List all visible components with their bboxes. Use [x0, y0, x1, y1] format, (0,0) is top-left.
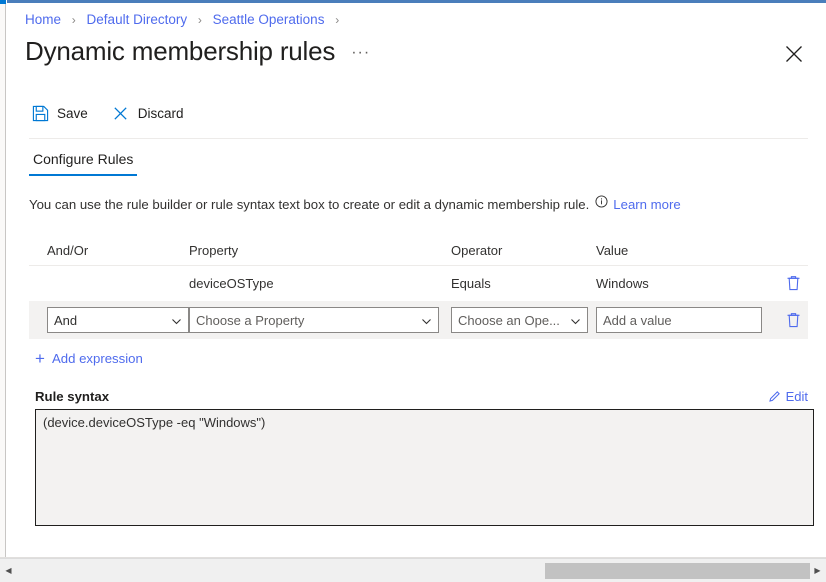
more-options-button[interactable]: ··· [351, 45, 370, 61]
row-operator-value: Equals [451, 275, 491, 291]
column-header-operator: Operator [451, 243, 503, 258]
value-input-placeholder: Add a value [603, 312, 672, 328]
save-floppy-icon [31, 104, 49, 122]
operator-select-placeholder: Choose an Ope... [458, 312, 560, 328]
edit-rule-syntax-button[interactable]: Edit [768, 389, 808, 404]
description-label: You can use the rule builder or rule syn… [29, 197, 590, 212]
row-property-value: deviceOSType [189, 275, 274, 291]
rules-table: And/Or Property Operator Value deviceOST… [29, 236, 808, 339]
value-input-cell: Add a value [596, 307, 774, 333]
plus-icon: + [35, 348, 45, 368]
background-page-strip [0, 0, 6, 582]
save-button-label: Save [57, 105, 88, 121]
column-header-value: Value [596, 243, 629, 258]
discard-x-icon [112, 104, 130, 122]
column-header-andor: And/Or [47, 243, 89, 258]
discard-button[interactable]: Discard [110, 98, 194, 128]
property-select-placeholder: Choose a Property [196, 312, 305, 328]
property-select[interactable]: Choose a Property [189, 307, 439, 333]
breadcrumb-separator: › [71, 13, 76, 27]
breadcrumb-item-seattle-operations[interactable]: Seattle Operations [213, 12, 325, 27]
save-button[interactable]: Save [29, 98, 98, 128]
andor-select[interactable]: And [47, 307, 189, 333]
learn-more-link[interactable]: Learn more [613, 197, 680, 212]
row-value-value: Windows [596, 275, 649, 291]
editor-row-delete-button[interactable] [774, 312, 812, 328]
rule-syntax-textarea[interactable]: (device.deviceOSType -eq "Windows") [35, 408, 814, 526]
property-select-cell: Choose a Property [189, 307, 451, 333]
title-row: Dynamic membership rules ··· [7, 29, 826, 77]
add-expression-label: Add expression [51, 351, 143, 366]
scroll-right-arrow-icon[interactable]: ▶ [809, 560, 826, 582]
page-title: Dynamic membership rules [25, 36, 336, 66]
scrollbar-track[interactable] [17, 560, 810, 582]
operator-select-cell: Choose an Ope... [451, 307, 596, 333]
toolbar-divider [29, 138, 808, 139]
command-toolbar: Save Discard [7, 93, 826, 133]
rule-syntax-header: Rule syntax Edit [35, 389, 808, 404]
breadcrumb-item-home[interactable]: Home [25, 12, 61, 27]
pencil-icon [768, 390, 781, 403]
dynamic-membership-rules-blade: Home › Default Directory › Seattle Opera… [7, 0, 826, 558]
scrollbar-thumb[interactable] [545, 562, 810, 579]
andor-select-value: And [54, 312, 78, 328]
rules-table-header: And/Or Property Operator Value [29, 236, 808, 266]
breadcrumb-item-default-directory[interactable]: Default Directory [87, 12, 188, 27]
description-text: You can use the rule builder or rule syn… [7, 195, 826, 212]
scroll-left-arrow-icon[interactable]: ◀ [0, 560, 17, 582]
close-icon[interactable] [783, 43, 805, 65]
breadcrumb-separator: › [197, 13, 202, 27]
rule-syntax-label: Rule syntax [35, 388, 110, 404]
breadcrumb-separator: › [335, 13, 340, 27]
rule-editor-row: And Choose a Property Choose an Ope... A… [29, 301, 808, 339]
tab-bar: Configure Rules [7, 151, 826, 176]
breadcrumb: Home › Default Directory › Seattle Opera… [7, 3, 826, 29]
add-expression-button[interactable]: + Add expression [35, 348, 143, 368]
operator-select[interactable]: Choose an Ope... [451, 307, 588, 333]
edit-rule-syntax-label: Edit [785, 388, 808, 404]
chevron-down-icon [421, 315, 432, 326]
background-page-accent [0, 0, 6, 4]
trash-icon [786, 312, 801, 328]
value-input[interactable]: Add a value [596, 307, 762, 333]
rule-syntax-section: Rule syntax Edit (device.deviceOSType -e… [35, 389, 814, 526]
horizontal-scrollbar[interactable]: ◀ ▶ [0, 558, 826, 582]
andor-select-cell: And [29, 307, 189, 333]
tab-bar-underline [29, 176, 808, 177]
chevron-down-icon [570, 315, 581, 326]
tab-configure-rules[interactable]: Configure Rules [29, 151, 138, 176]
column-header-property: Property [189, 243, 239, 258]
trash-icon [786, 275, 801, 291]
chevron-down-icon [171, 315, 182, 326]
discard-button-label: Discard [137, 105, 184, 121]
row-delete-button[interactable] [774, 275, 812, 291]
table-row: deviceOSType Equals Windows [29, 266, 808, 301]
tab-configure-rules-label: Configure Rules [33, 151, 134, 167]
info-circle-icon[interactable] [594, 195, 608, 209]
